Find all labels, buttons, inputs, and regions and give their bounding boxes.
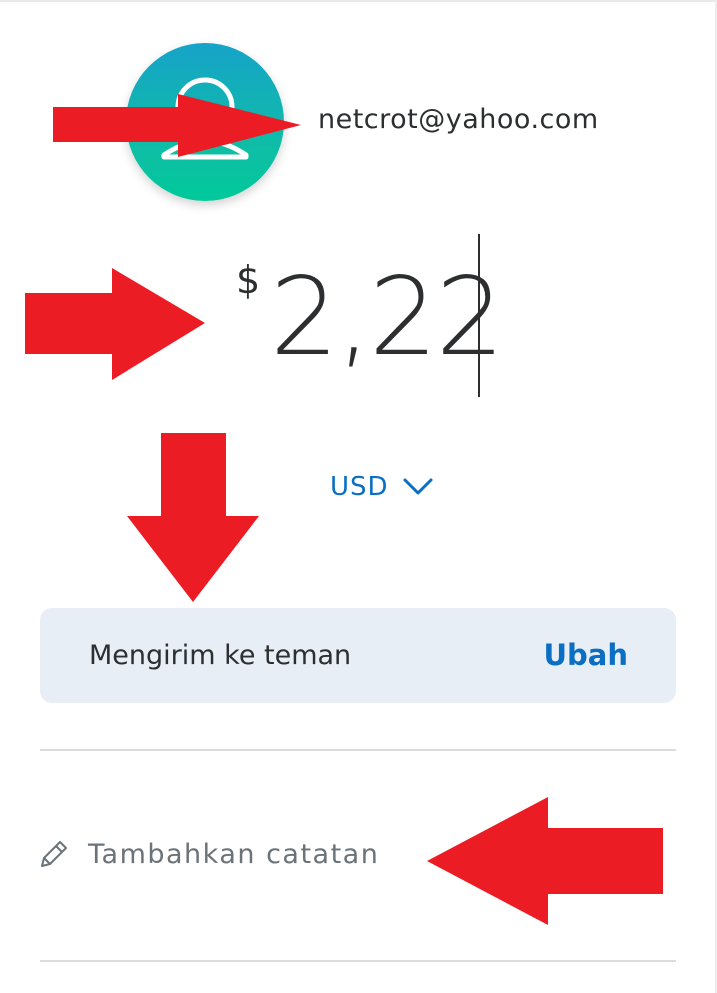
- currency-code: USD: [330, 472, 389, 502]
- payment-type-box: Mengirim ke teman Ubah: [40, 608, 676, 703]
- change-payment-type-button[interactable]: Ubah: [543, 638, 628, 672]
- currency-symbol: $: [236, 258, 261, 302]
- payment-type-label: Mengirim ke teman: [89, 640, 352, 671]
- divider: [40, 960, 676, 962]
- amount-input[interactable]: 2,22: [270, 258, 504, 378]
- person-icon: [161, 77, 249, 160]
- recipient-email: netcrot@yahoo.com: [318, 104, 599, 135]
- add-note-field[interactable]: Tambahkan catatan: [38, 838, 379, 870]
- text-caret: [478, 234, 480, 397]
- recipient-avatar: [126, 43, 284, 201]
- pencil-icon: [41, 841, 67, 867]
- top-border: [0, 0, 717, 2]
- currency-selector[interactable]: USD: [330, 472, 433, 502]
- annotation-arrow-down-currency: [127, 433, 259, 602]
- add-note-placeholder: Tambahkan catatan: [88, 838, 380, 870]
- chevron-down-icon: [403, 478, 433, 495]
- annotation-arrow-right-amount: [25, 268, 205, 380]
- annotation-arrow-left-note: [427, 797, 663, 925]
- divider: [40, 749, 676, 751]
